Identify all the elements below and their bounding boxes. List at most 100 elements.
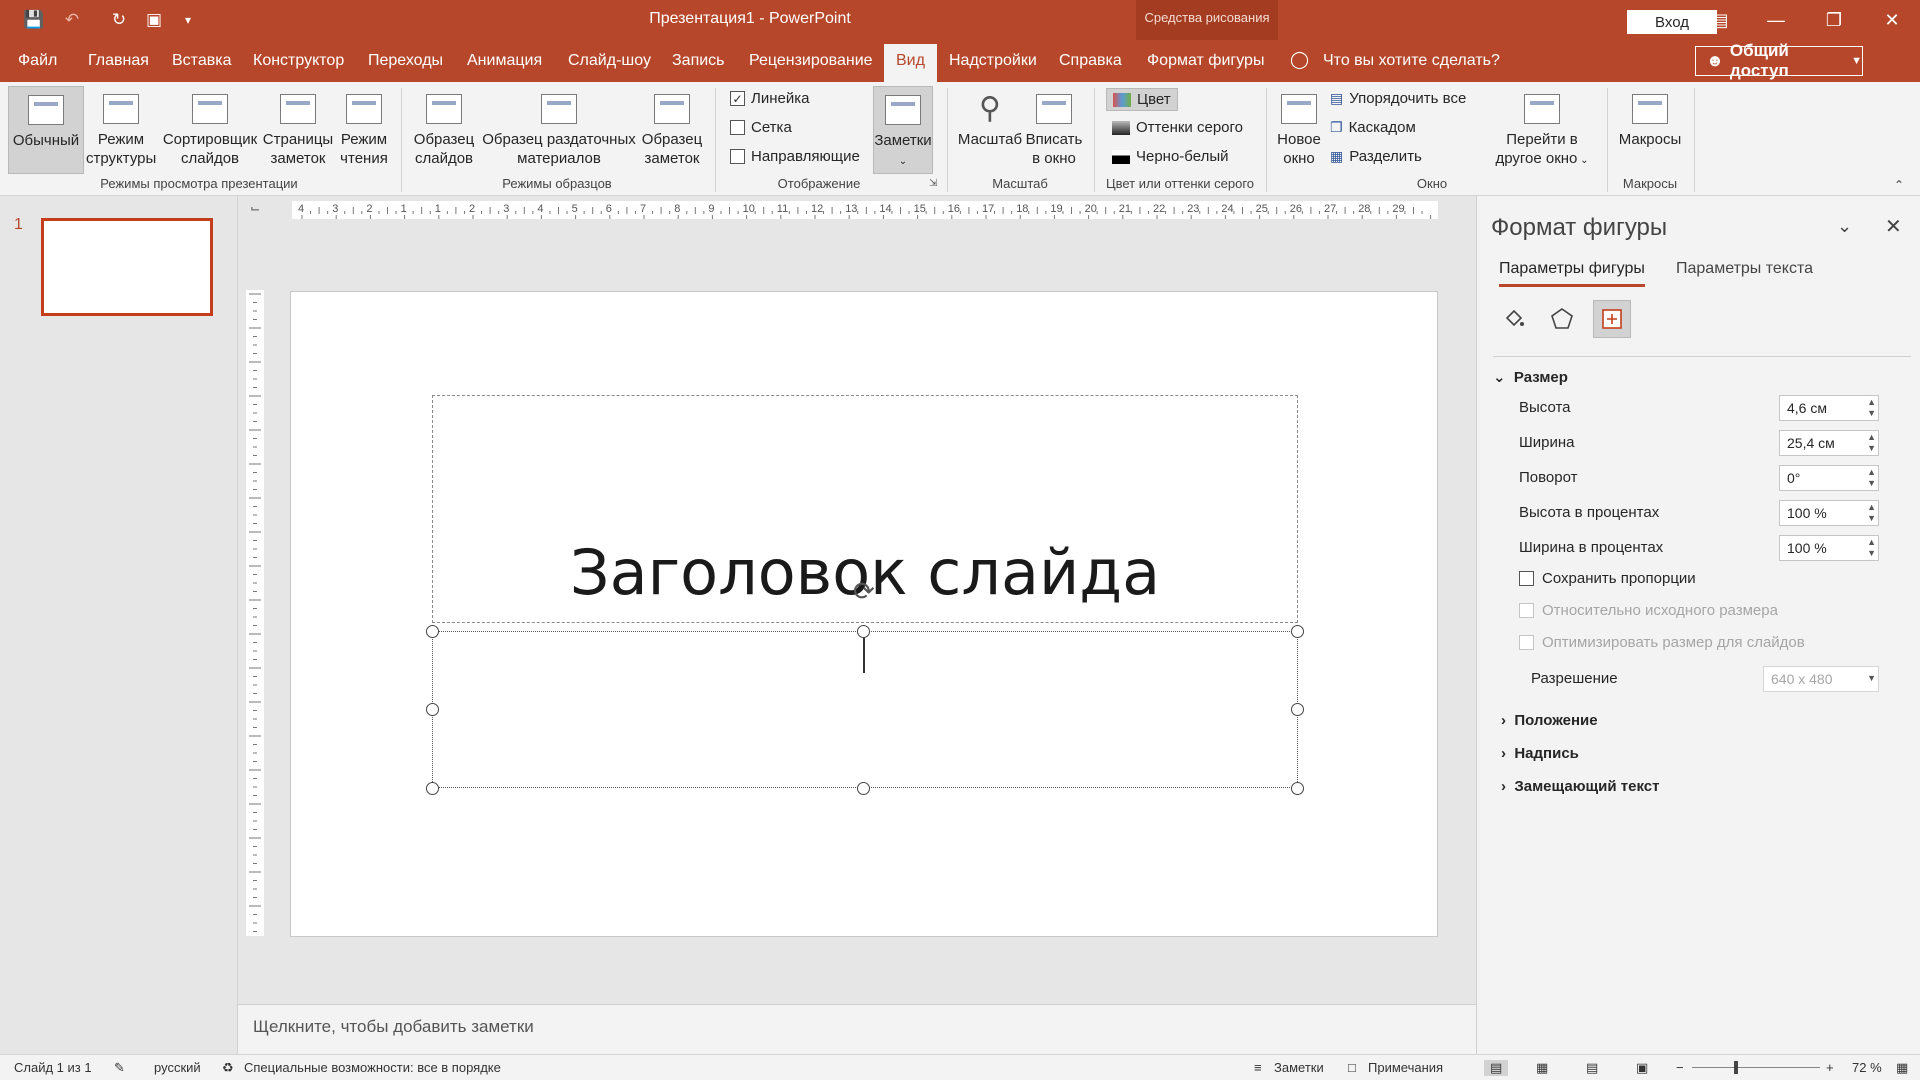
normal-view-status-icon[interactable]: ▤ — [1484, 1060, 1509, 1076]
tab-animations[interactable]: Анимация — [467, 52, 542, 70]
spinner-icon[interactable]: ▲ ▼ — [1867, 502, 1876, 524]
resize-handle[interactable] — [857, 782, 870, 795]
collapse-ribbon-icon[interactable]: ⌃ — [1894, 178, 1904, 192]
spinner-icon[interactable]: ▲ ▼ — [1867, 432, 1876, 454]
reading-view-button[interactable]: Режим чтения — [336, 86, 392, 168]
section-textbox[interactable]: › Надпись — [1501, 745, 1579, 762]
notes-pane[interactable]: Щелкните, чтобы добавить заметки — [238, 1004, 1476, 1054]
scale-width-field[interactable]: 100 % ▲ ▼ — [1779, 535, 1879, 561]
tell-me-search[interactable]: Что вы хотите сделать? — [1323, 52, 1500, 70]
effects-pentagon-icon[interactable] — [1543, 300, 1581, 338]
slide-master-button[interactable]: Образец слайдов — [410, 86, 478, 168]
resize-handle[interactable] — [857, 625, 870, 638]
notes-placeholder[interactable]: Щелкните, чтобы добавить заметки — [253, 1017, 534, 1037]
spinner-icon[interactable]: ▲ ▼ — [1867, 537, 1876, 559]
tab-addins[interactable]: Надстройки — [949, 52, 1037, 70]
tab-file[interactable]: Файл — [18, 52, 57, 70]
tab-design[interactable]: Конструктор — [253, 52, 344, 70]
accessibility-status[interactable]: Специальные возможности: все в порядке — [244, 1060, 501, 1075]
zoom-slider-thumb[interactable] — [1734, 1061, 1738, 1074]
slide-sorter-status-icon[interactable]: ▦ — [1536, 1060, 1548, 1076]
tab-insert[interactable]: Вставка — [172, 52, 231, 70]
close-pane-icon[interactable]: ✕ — [1885, 214, 1902, 239]
close-icon[interactable]: ✕ — [1868, 0, 1916, 40]
fit-slide-icon[interactable]: ▦ — [1896, 1060, 1908, 1076]
slide-sorter-button[interactable]: Сортировщик слайдов — [160, 86, 260, 168]
ruler-checkbox[interactable]: ✓ Линейка — [730, 90, 809, 107]
tab-record[interactable]: Запись — [672, 52, 725, 70]
section-size[interactable]: ⌄ Размер — [1493, 368, 1568, 386]
lock-aspect-checkbox[interactable]: Сохранить пропорции — [1519, 570, 1696, 587]
guides-checkbox[interactable]: Направляющие — [730, 148, 860, 165]
comments-toggle[interactable]: Примечания — [1368, 1060, 1443, 1075]
tab-home[interactable]: Главная — [88, 52, 149, 70]
height-field[interactable]: 4,6 см ▲ ▼ — [1779, 395, 1879, 421]
notes-page-button[interactable]: Страницы заметок — [262, 86, 334, 168]
tab-review[interactable]: Рецензирование — [749, 52, 873, 70]
section-alt-text[interactable]: › Замещающий текст — [1501, 778, 1659, 795]
normal-view-button[interactable]: Обычный — [8, 86, 84, 174]
slide-count[interactable]: Слайд 1 из 1 — [14, 1060, 92, 1075]
tab-shape-options[interactable]: Параметры фигуры — [1499, 260, 1645, 287]
spellcheck-icon[interactable]: ✎ — [114, 1060, 125, 1076]
notes-toggle-icon[interactable]: ≡ — [1254, 1060, 1262, 1075]
pane-options-icon[interactable]: ⌄ — [1837, 216, 1852, 237]
notes-button[interactable]: Заметки ⌄ — [873, 86, 933, 174]
resize-handle[interactable] — [426, 703, 439, 716]
resize-handle[interactable] — [1291, 625, 1304, 638]
notes-master-button[interactable]: Образец заметок — [640, 86, 704, 168]
language[interactable]: русский — [154, 1060, 201, 1075]
vertical-ruler[interactable] — [246, 290, 264, 936]
notes-toggle[interactable]: Заметки — [1274, 1060, 1324, 1075]
slideshow-status-icon[interactable]: ▣ — [1636, 1060, 1648, 1076]
tab-text-options[interactable]: Параметры текста — [1676, 260, 1813, 278]
fit-to-window-button[interactable]: Вписать в окно — [1024, 86, 1084, 168]
section-position[interactable]: › Положение — [1501, 712, 1598, 729]
rotate-handle-icon[interactable]: ⟳ — [853, 576, 875, 607]
scale-height-field[interactable]: 100 % ▲ ▼ — [1779, 500, 1879, 526]
dialog-launcher-icon[interactable]: ⇲ — [929, 178, 937, 189]
minimize-icon[interactable]: — — [1752, 0, 1800, 40]
reading-view-status-icon[interactable]: ▤ — [1586, 1060, 1598, 1076]
macros-button[interactable]: Макросы — [1614, 86, 1686, 149]
spinner-icon[interactable]: ▲ ▼ — [1867, 467, 1876, 489]
spinner-icon[interactable]: ▲ ▼ — [1867, 397, 1876, 419]
slide-canvas[interactable]: Заголовок слайда ⟳ — [290, 291, 1438, 937]
accessibility-icon[interactable]: ♻ — [222, 1060, 234, 1076]
resize-handle[interactable] — [426, 625, 439, 638]
zoom-button[interactable]: ⚲ Масштаб — [955, 86, 1025, 149]
resize-handle[interactable] — [426, 782, 439, 795]
zoom-in-icon[interactable]: + — [1826, 1060, 1834, 1075]
zoom-out-icon[interactable]: − — [1676, 1060, 1684, 1075]
rotation-field[interactable]: 0° ▲ ▼ — [1779, 465, 1879, 491]
split-button[interactable]: ▦ Разделить — [1330, 148, 1422, 165]
tab-transitions[interactable]: Переходы — [368, 52, 443, 70]
ribbon-display-options-icon[interactable]: ▤ — [1696, 0, 1744, 40]
handout-master-button[interactable]: Образец раздаточных материалов — [480, 86, 638, 168]
zoom-level[interactable]: 72 % — [1852, 1060, 1882, 1075]
slide-thumbnail[interactable] — [41, 218, 213, 316]
new-window-button[interactable]: Новое окно — [1272, 86, 1326, 168]
outline-view-button[interactable]: Режим структуры — [86, 86, 156, 168]
tab-stop-selector[interactable]: ⌙ — [246, 201, 264, 219]
fill-line-icon[interactable] — [1495, 300, 1533, 338]
horizontal-ruler[interactable]: 4 3 2 1 1 2 3 4 5 6 7 8 9 10 11 12 13 14 15 16 17 18 19 20 21 22 2… — [292, 201, 1438, 219]
zoom-slider[interactable] — [1692, 1067, 1820, 1068]
tab-view[interactable]: Вид — [884, 44, 937, 82]
cascade-button[interactable]: ❐ Каскадом — [1330, 119, 1416, 136]
resize-handle[interactable] — [1291, 703, 1304, 716]
grayscale-button[interactable]: Оттенки серого — [1112, 119, 1243, 136]
tab-shape-format[interactable]: Формат фигуры — [1147, 52, 1264, 70]
resize-handle[interactable] — [1291, 782, 1304, 795]
color-button[interactable]: Цвет — [1106, 88, 1178, 111]
comments-icon[interactable]: □ — [1348, 1060, 1356, 1075]
width-field[interactable]: 25,4 см ▲ ▼ — [1779, 430, 1879, 456]
arrange-all-button[interactable]: ▤ Упорядочить все — [1330, 90, 1466, 107]
tab-slideshow[interactable]: Слайд-шоу — [568, 52, 651, 70]
switch-windows-button[interactable]: Перейти в другое окно ⌄ — [1486, 86, 1598, 170]
subtitle-placeholder[interactable] — [432, 631, 1298, 788]
black-white-button[interactable]: Черно-белый — [1112, 148, 1228, 165]
size-properties-icon[interactable] — [1593, 300, 1631, 338]
gridlines-checkbox[interactable]: Сетка — [730, 119, 792, 136]
tab-help[interactable]: Справка — [1059, 52, 1122, 70]
